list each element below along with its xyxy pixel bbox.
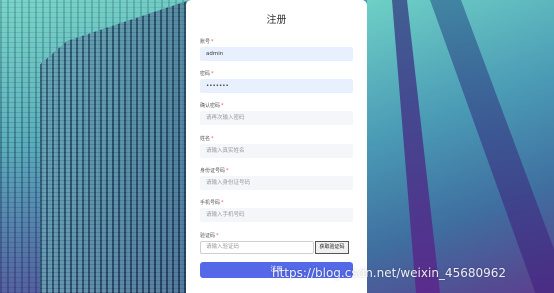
password-input[interactable]: ••••••• bbox=[200, 79, 353, 93]
form-title: 注册 bbox=[266, 15, 287, 26]
username-label: 账号* bbox=[200, 39, 214, 45]
verification-code-input[interactable]: 请输入验证码 bbox=[200, 241, 314, 254]
phone-label: 手机号码* bbox=[200, 200, 224, 206]
confirm-password-label: 确认密码* bbox=[200, 103, 224, 109]
phone-input[interactable]: 请输入手机号码 bbox=[200, 208, 353, 222]
id-number-input[interactable]: 请输入身份证号码 bbox=[200, 176, 353, 190]
watermark: https://blog.csdn.net/weixin_45680962 bbox=[272, 266, 507, 280]
name-input[interactable]: 请输入真实姓名 bbox=[200, 144, 353, 158]
id-number-label: 身份证号码* bbox=[200, 168, 229, 174]
name-label: 姓名* bbox=[200, 136, 214, 142]
code-label: 验证码* bbox=[200, 233, 219, 239]
confirm-password-input[interactable]: 请再次输入密码 bbox=[200, 111, 353, 125]
password-label: 密码* bbox=[200, 71, 214, 77]
username-input[interactable]: admin bbox=[200, 47, 353, 61]
get-code-button[interactable]: 获取验证码 bbox=[315, 241, 349, 254]
register-card: 注册 账号* admin 密码* ••••••• 确认密码* 请再次输入密码 姓… bbox=[186, 0, 367, 293]
